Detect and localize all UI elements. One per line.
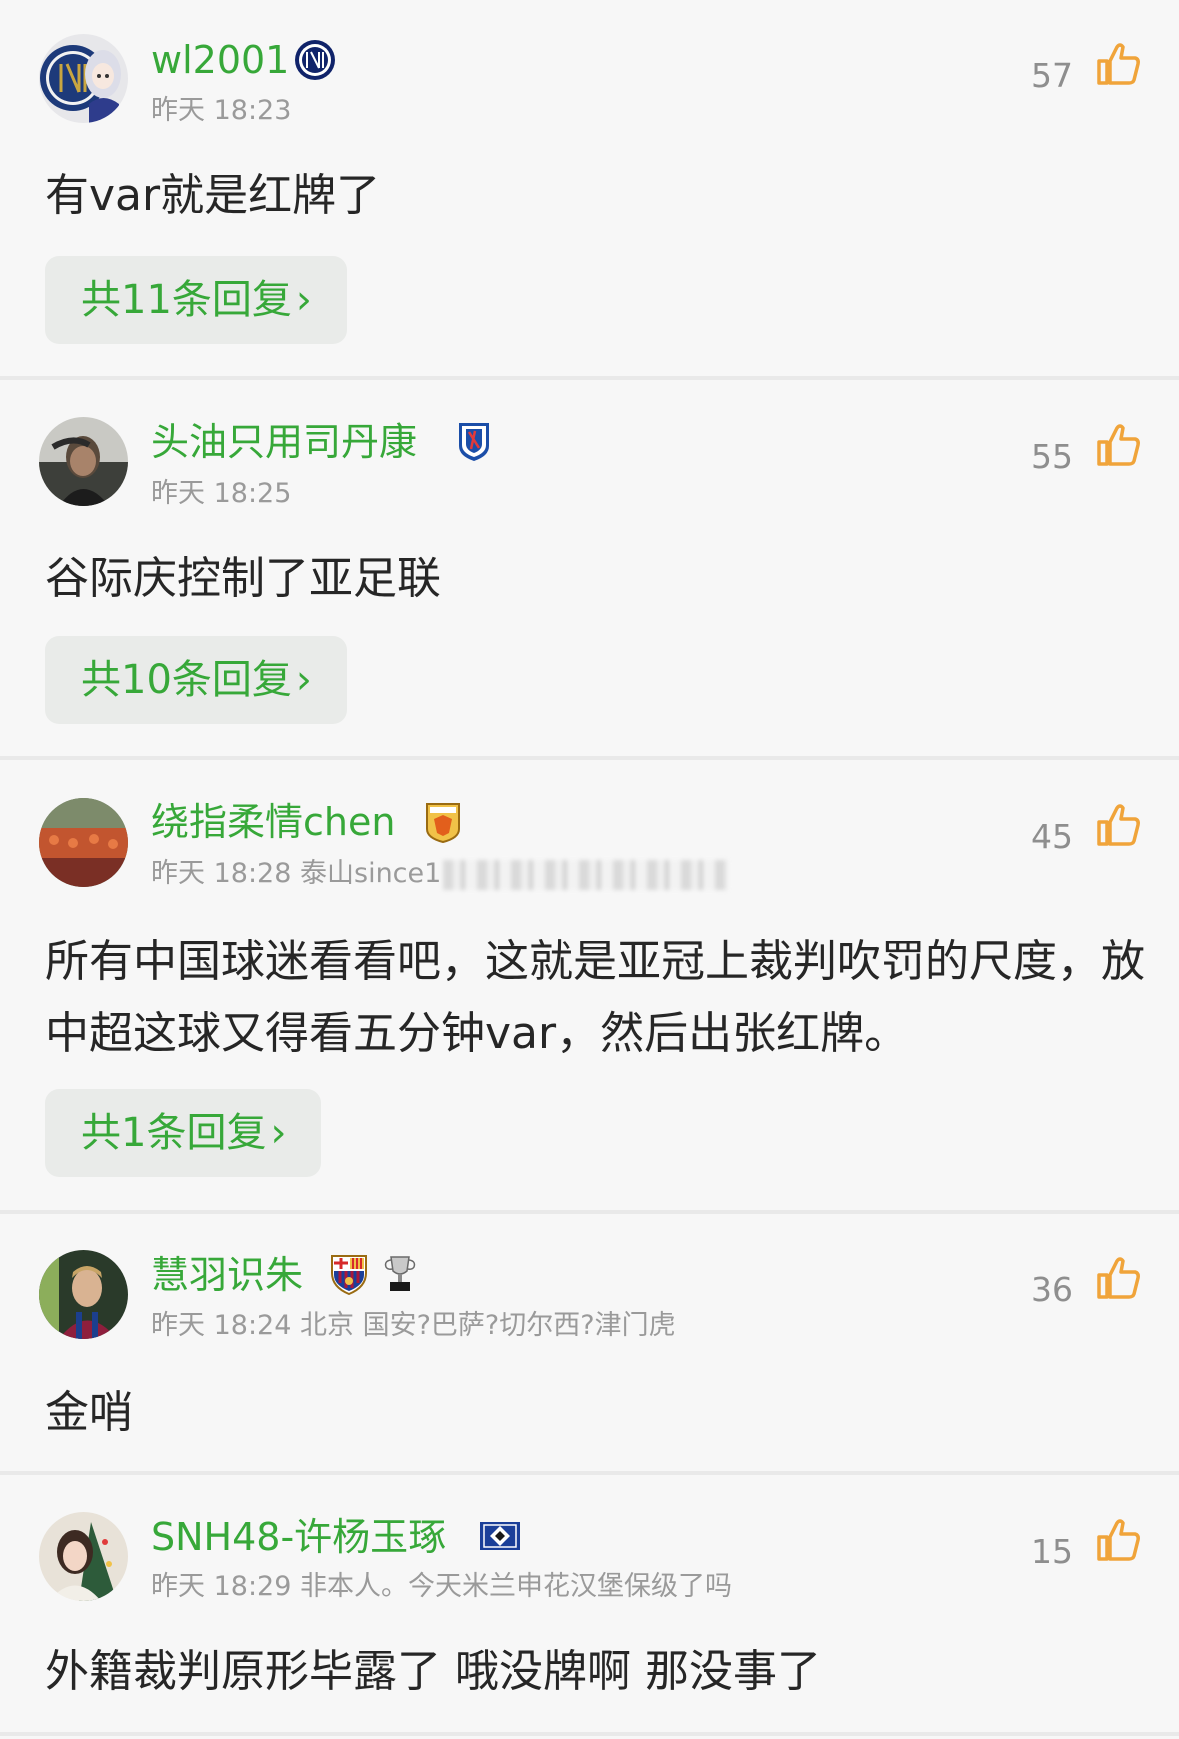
comment-item: SNH48-许杨玉琢 昨天 18:29 非本人。今天米兰申花汉堡保级了吗 15 … <box>0 1475 1179 1732</box>
comment-meta: 昨天 18:29 非本人。今天米兰申花汉堡保级了吗 <box>151 1571 732 1603</box>
thumbs-up-icon[interactable] <box>1093 420 1143 470</box>
timestamp: 昨天 18:23 <box>151 95 292 126</box>
comment-text: 外籍裁判原形毕露了 哦没牌啊 那没事了 <box>45 1646 821 1697</box>
like-count: 15 <box>1031 1532 1073 1571</box>
avatar[interactable] <box>39 417 128 506</box>
comment-item: wl2001 昨天 18:23 57 有var就是红牌了 共11条回复 › <box>0 0 1179 376</box>
like-count: 36 <box>1031 1270 1073 1309</box>
trophy-badge <box>379 1253 421 1295</box>
timestamp: 昨天 18:24 <box>151 1310 292 1341</box>
like-count: 57 <box>1031 56 1073 95</box>
comment-item: 头油只用司丹康 昨天 18:25 55 谷际庆控制了亚足联 共10条回复 › <box>0 380 1179 756</box>
shandong-taishan-badge <box>422 801 464 843</box>
username[interactable]: wl2001 <box>151 38 289 82</box>
thumbs-up-icon[interactable] <box>1093 1515 1143 1565</box>
user-signature: 泰山since1 <box>300 858 442 889</box>
chevron-right-icon: › <box>295 657 312 703</box>
shanghai-shenhua-badge <box>453 420 495 462</box>
view-replies-button[interactable]: 共1条回复 › <box>45 1089 322 1177</box>
comment-text: 所有中国球迷看看吧，这就是亚冠上裁判吹罚的尺度，放中超这球又得看五分钟var，然… <box>45 936 1145 1059</box>
username[interactable]: 慧羽识朱 <box>151 1253 303 1297</box>
timestamp: 昨天 18:28 <box>151 858 292 889</box>
comment-text: 有var就是红牌了 <box>45 170 381 221</box>
comment-meta: 昨天 18:25 <box>151 478 291 510</box>
chevron-right-icon: › <box>295 277 312 323</box>
blurred-text <box>443 859 729 890</box>
username[interactable]: 头油只用司丹康 <box>151 420 417 464</box>
comment-text: 金哨 <box>45 1387 133 1438</box>
comment-meta: 昨天 18:23 <box>151 95 291 127</box>
comment-meta: 昨天 18:28 泰山since1 <box>151 858 729 890</box>
comment-meta: 昨天 18:24 北京 国安?巴萨?切尔西?津门虎 <box>151 1310 676 1342</box>
like-count: 45 <box>1031 817 1073 856</box>
avatar[interactable] <box>39 1512 128 1601</box>
user-signature: 北京 国安?巴萨?切尔西?津门虎 <box>300 1310 676 1341</box>
thumbs-up-icon[interactable] <box>1093 1253 1143 1303</box>
user-signature: 非本人。今天米兰申花汉堡保级了吗 <box>300 1571 732 1602</box>
avatar[interactable] <box>39 1250 128 1339</box>
replies-label: 共10条回复 <box>81 657 292 703</box>
thumbs-up-icon[interactable] <box>1093 39 1143 89</box>
like-count: 55 <box>1031 437 1073 476</box>
thumbs-up-icon[interactable] <box>1093 800 1143 850</box>
view-replies-button[interactable]: 共11条回复 › <box>45 256 347 344</box>
hamburg-badge <box>479 1515 521 1557</box>
replies-label: 共11条回复 <box>81 277 292 323</box>
avatar[interactable] <box>39 34 128 123</box>
comment-text: 谷际庆控制了亚足联 <box>45 553 441 604</box>
chevron-right-icon: › <box>270 1110 287 1156</box>
replies-label: 共1条回复 <box>81 1110 267 1156</box>
barcelona-badge <box>328 1253 370 1295</box>
comment-item: 绕指柔情chen 昨天 18:28 泰山since1 45 所有中国球迷看看吧，… <box>0 760 1179 1210</box>
view-replies-button[interactable]: 共10条回复 › <box>45 636 347 724</box>
timestamp: 昨天 18:25 <box>151 478 292 509</box>
timestamp: 昨天 18:29 <box>151 1571 292 1602</box>
comment-item: 慧羽识朱 昨天 18:24 北京 国安?巴萨?切尔西?津门虎 36 金哨 <box>0 1214 1179 1471</box>
username[interactable]: SNH48-许杨玉琢 <box>151 1515 446 1559</box>
divider <box>0 1732 1179 1736</box>
username[interactable]: 绕指柔情chen <box>151 800 395 844</box>
inter-milan-badge <box>294 39 336 81</box>
avatar[interactable] <box>39 798 128 887</box>
